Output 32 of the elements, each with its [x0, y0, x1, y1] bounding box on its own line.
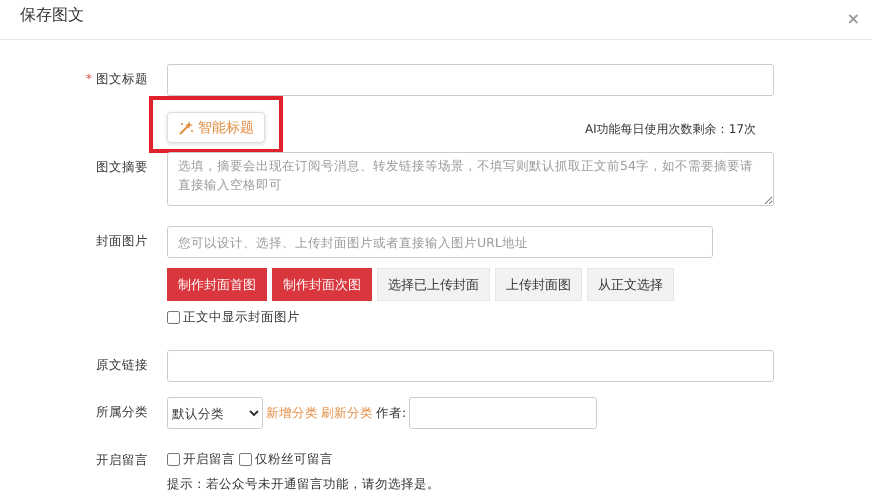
category-select[interactable]: 默认分类	[167, 397, 263, 429]
checkbox[interactable]	[167, 311, 180, 324]
checkbox[interactable]	[239, 453, 252, 466]
cover-input[interactable]: 您可以设计、选择、上传封面图片或者直接输入图片URL地址	[167, 226, 713, 258]
category-link[interactable]: 新增分类	[266, 404, 318, 422]
field-label: * 图文标题	[86, 71, 148, 86]
field-label: 封面图片	[96, 233, 148, 248]
checkbox-label: 正文中显示封面图片	[183, 309, 300, 326]
make-cover-button[interactable]: 制作封面首图	[167, 268, 267, 301]
dialog-title: 保存图文	[20, 5, 84, 26]
field-label: 所属分类	[96, 404, 148, 419]
make-cover-button[interactable]: 制作封面次图	[272, 268, 372, 301]
summary-textarea[interactable]: 选填，摘要会出现在订阅号消息、转发链接等场景，不填写则默认抓取正文前54字，如不需要摘要请直接输入空格即可	[167, 152, 774, 206]
field-label: 图文摘要	[96, 159, 148, 174]
title-input[interactable]	[167, 64, 774, 96]
category-link[interactable]: 刷新分类	[321, 404, 373, 422]
field-label: 原文链接	[96, 357, 148, 372]
close-button[interactable]: ×	[846, 9, 860, 28]
cover-button[interactable]: 从正文选择	[587, 268, 674, 301]
hint-text: 提示：若公众号未开通留言功能，请勿选择是。	[167, 476, 441, 493]
link-input[interactable]	[167, 350, 774, 382]
checkbox[interactable]	[167, 453, 180, 466]
smart-title-button[interactable]: 智能标题	[167, 112, 265, 143]
quota-text: AI功能每日使用次数剩余：17次	[584, 121, 756, 138]
author-input[interactable]	[409, 397, 598, 429]
cover-button[interactable]: 选择已上传封面	[377, 268, 490, 301]
author-label: 作者:	[376, 404, 406, 422]
magic-wand-icon	[178, 120, 194, 136]
cover-button[interactable]: 上传封面图	[495, 268, 582, 301]
checkbox-label: 开启留言	[183, 451, 235, 468]
checkbox-label: 仅粉丝可留言	[255, 451, 333, 468]
field-label: 开启留言	[96, 452, 148, 467]
